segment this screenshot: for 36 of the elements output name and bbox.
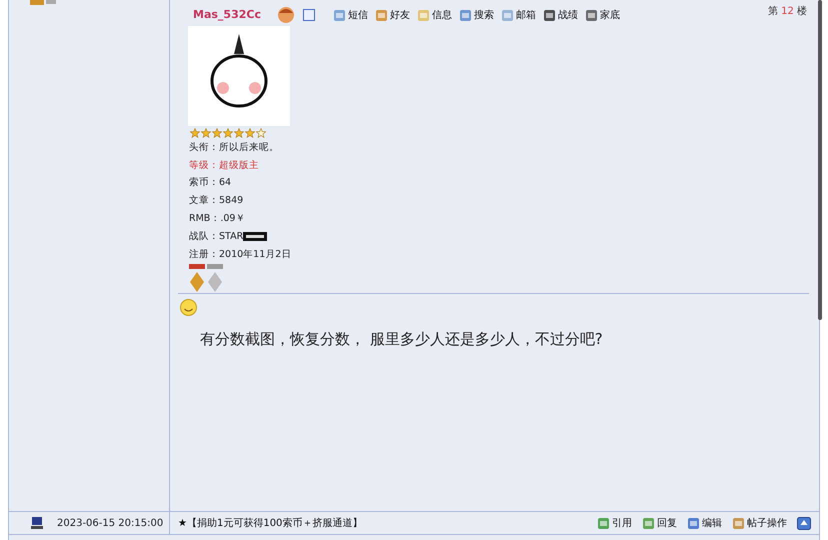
- post-action-link[interactable]: 引用: [597, 516, 632, 530]
- star-icon: [223, 128, 233, 138]
- star-icon: [256, 128, 266, 138]
- back-to-top-icon[interactable]: [797, 516, 811, 530]
- profile-field: 战队：STAR: [189, 230, 244, 244]
- post-action-link[interactable]: 帖子操作: [732, 516, 787, 530]
- star-icon: [201, 128, 211, 138]
- scrollbar[interactable]: [818, 0, 822, 320]
- profile-field: RMB：.09￥: [189, 212, 246, 226]
- toolbar-link[interactable]: 战绩: [543, 8, 578, 22]
- toolbar-link[interactable]: 短信: [333, 8, 368, 22]
- post-action-link[interactable]: 回复: [642, 516, 677, 530]
- profile-field: 文章：5849: [189, 194, 244, 208]
- profile-field: 注册：2010年11月2日: [189, 248, 292, 262]
- star-icon: [212, 128, 222, 138]
- toolbar-link[interactable]: 信息: [417, 8, 452, 22]
- profile-field: 头衔：所以后来呢。: [189, 140, 279, 156]
- profile-field: 索币：64: [189, 176, 232, 191]
- star-icon: [245, 128, 255, 138]
- toolbar-link[interactable]: 搜索: [459, 8, 494, 22]
- smiley-icon: [180, 298, 197, 316]
- post-action-link[interactable]: 编辑: [687, 516, 722, 530]
- user-icon: [277, 6, 295, 24]
- star-icon: [190, 128, 200, 138]
- toolbar-link[interactable]: 邮箱: [501, 8, 536, 22]
- floor-number: 第 12 楼: [768, 4, 807, 19]
- computer-icon: [31, 517, 43, 529]
- message-icon[interactable]: [303, 9, 315, 21]
- toolbar-link[interactable]: 家底: [585, 8, 620, 22]
- post-time: 2023-06-15 20:15:00: [57, 516, 164, 530]
- post-body: 有分数截图，恢复分数， 服里多少人还是多少人，不过分吧?: [200, 328, 604, 350]
- notice-link[interactable]: ★【捐助1元可获得100索币＋挤服通道】: [178, 516, 362, 530]
- username-link[interactable]: Mas_532Cc: [193, 6, 277, 24]
- star-icon: [234, 128, 244, 138]
- profile-field: 等级：超级版主: [189, 158, 259, 173]
- toolbar-link[interactable]: 好友: [375, 8, 410, 22]
